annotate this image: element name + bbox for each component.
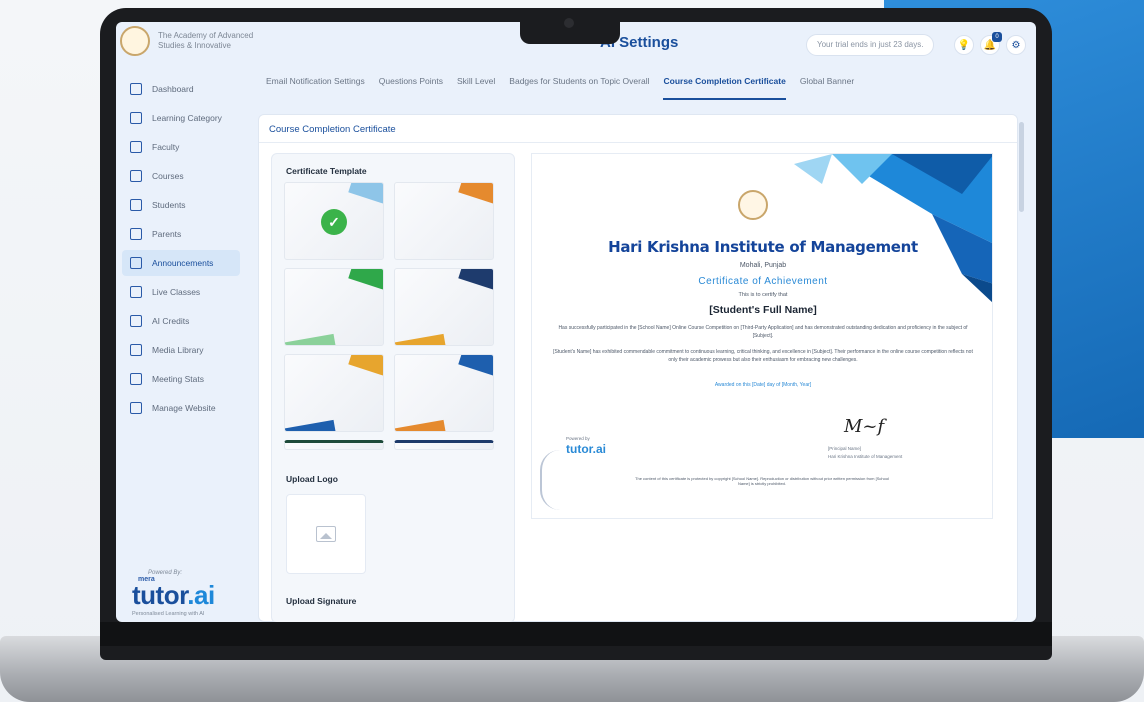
sidebar-item-label: AI Credits <box>152 316 190 326</box>
dashboard-icon <box>130 83 142 95</box>
image-placeholder-icon <box>316 526 336 542</box>
certificate-certify-line: This is to certify that <box>738 292 788 298</box>
sidebar-item-label: Learning Category <box>152 113 222 123</box>
sidebar-item-students[interactable]: Students <box>122 192 240 218</box>
template-option-8[interactable] <box>394 440 494 450</box>
sidebar-item-parents[interactable]: Parents <box>122 221 240 247</box>
swirl-ornament <box>540 450 570 510</box>
meratutor-logo: mera tutor.ai Personalised Learning with… <box>132 576 215 617</box>
brand-main: tutor <box>132 580 188 610</box>
website-icon <box>130 402 142 414</box>
media-icon <box>130 344 142 356</box>
settings-column: Certificate Template ✓ Upload Logo Uploa… <box>271 153 515 622</box>
sidebar: Dashboard Learning Category Faculty Cour… <box>116 68 240 622</box>
category-icon <box>130 112 142 124</box>
certificate-powered-by: Powered by <box>566 436 590 441</box>
certificate-signatory: [Principal Name] <box>828 446 862 451</box>
tab-questions-points[interactable]: Questions Points <box>379 76 443 100</box>
brand-suffix: .ai <box>187 580 215 610</box>
laptop-bezel <box>100 622 1052 646</box>
sidebar-item-label: Courses <box>152 171 184 181</box>
certificate-template-label: Certificate Template <box>286 166 367 176</box>
bulb-icon: 💡 <box>957 39 971 51</box>
sidebar-item-label: Announcements <box>152 258 214 268</box>
panel-title: Course Completion Certificate <box>259 115 1017 143</box>
sidebar-item-media-library[interactable]: Media Library <box>122 337 240 363</box>
parents-icon <box>130 228 142 240</box>
institute-brand[interactable]: The Academy of Advanced Studies & Innova… <box>120 26 268 56</box>
sidebar-item-courses[interactable]: Courses <box>122 163 240 189</box>
template-option-1[interactable]: ✓ <box>284 182 384 260</box>
tab-email-notification-settings[interactable]: Email Notification Settings <box>266 76 365 100</box>
camera-notch <box>520 8 620 44</box>
app-screen: The Academy of Advanced Studies & Innova… <box>116 22 1036 622</box>
credits-icon <box>130 315 142 327</box>
notifications-button[interactable]: 🔔 0 <box>980 32 1002 55</box>
signature-image: M~f <box>844 416 885 437</box>
certificate-brand: tutor.ai <box>566 442 607 456</box>
certificate-footer: The content of this certificate is prote… <box>635 476 889 486</box>
certificate-body-1: Has successfully participated in the [Sc… <box>558 325 968 339</box>
sidebar-item-label: Dashboard <box>152 84 194 94</box>
logo-upload-area[interactable] <box>286 494 366 574</box>
camera-icon <box>564 18 574 28</box>
certificate-student-name: [Student's Full Name] <box>709 304 817 316</box>
stats-icon <box>130 373 142 385</box>
sidebar-item-faculty[interactable]: Faculty <box>122 134 240 160</box>
template-option-2[interactable] <box>394 182 494 260</box>
sidebar-item-label: Live Classes <box>152 287 201 297</box>
bulb-button[interactable]: 💡 <box>954 35 974 55</box>
brand-prefix: mera <box>138 576 155 583</box>
certificate-preview: Hari Krishna Institute of Management Moh… <box>531 153 993 519</box>
upload-logo-label: Upload Logo <box>286 474 338 484</box>
institute-logo-icon <box>120 26 150 56</box>
template-option-4[interactable] <box>394 268 494 346</box>
sidebar-item-label: Faculty <box>152 142 180 152</box>
template-option-6[interactable] <box>394 354 494 432</box>
certificate-awarded: Awarded on this [Date] day of [Month, Ye… <box>714 382 812 388</box>
trial-banner: Your trial ends in just 23 days. <box>806 34 935 56</box>
template-option-3[interactable] <box>284 268 384 346</box>
sidebar-item-meeting-stats[interactable]: Meeting Stats <box>122 366 240 392</box>
certificate-location: Mohali, Punjab <box>739 262 787 269</box>
certificate-signatory-org: Hari Krishna Institute of Management <box>828 454 903 459</box>
courses-icon <box>130 170 142 182</box>
sidebar-item-label: Manage Website <box>152 403 216 413</box>
brand-tagline: Personalised Learning with AI <box>132 611 205 617</box>
certificate-title: Certificate of Achievement <box>698 276 828 287</box>
sidebar-item-live-classes[interactable]: Live Classes <box>122 279 240 305</box>
tab-badges[interactable]: Badges for Students on Topic Overall <box>509 76 649 100</box>
sidebar-item-label: Students <box>152 200 186 210</box>
certificate-panel: Course Completion Certificate Certificat… <box>258 114 1018 622</box>
megaphone-icon <box>130 257 142 269</box>
tab-global-banner[interactable]: Global Banner <box>800 76 854 100</box>
institute-name: The Academy of Advanced Studies & Innova… <box>158 31 254 50</box>
sidebar-item-label: Media Library <box>152 345 204 355</box>
certificate-body-2: [Student's Name] has exhibited commendab… <box>553 349 973 363</box>
upload-signature-label: Upload Signature <box>286 596 357 606</box>
sidebar-item-manage-website[interactable]: Manage Website <box>122 395 240 421</box>
tab-course-completion-certificate[interactable]: Course Completion Certificate <box>663 76 786 100</box>
sidebar-item-dashboard[interactable]: Dashboard <box>122 76 240 102</box>
live-icon <box>130 286 142 298</box>
certificate-institute: Hari Krishna Institute of Management <box>608 238 918 256</box>
students-icon <box>130 199 142 211</box>
sidebar-item-label: Meeting Stats <box>152 374 204 384</box>
selected-check-icon: ✓ <box>321 209 347 235</box>
notification-badge: 0 <box>992 32 1002 42</box>
tab-skill-level[interactable]: Skill Level <box>457 76 495 100</box>
settings-button[interactable]: ⚙ <box>1006 35 1026 55</box>
sidebar-item-ai-credits[interactable]: AI Credits <box>122 308 240 334</box>
institute-seal-icon <box>738 190 768 220</box>
sidebar-item-announcements[interactable]: Announcements <box>122 250 240 276</box>
faculty-icon <box>130 141 142 153</box>
template-option-7[interactable] <box>284 440 384 450</box>
sidebar-item-learning-category[interactable]: Learning Category <box>122 105 240 131</box>
gear-icon: ⚙ <box>1011 39 1021 51</box>
panel-scrollbar[interactable] <box>1019 122 1024 212</box>
settings-tabs: Email Notification Settings Questions Po… <box>266 76 854 100</box>
template-option-5[interactable] <box>284 354 384 432</box>
sidebar-item-label: Parents <box>152 229 182 239</box>
